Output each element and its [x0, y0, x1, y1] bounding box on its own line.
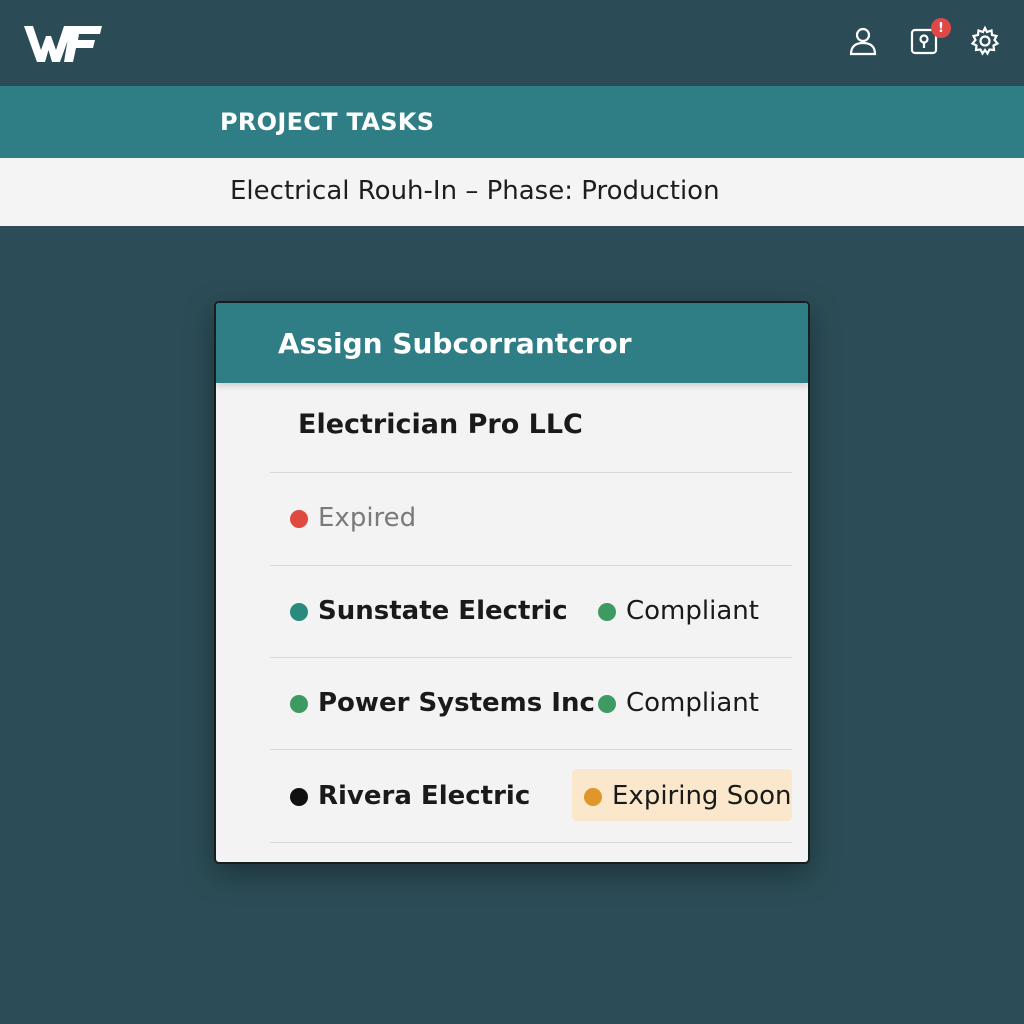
status-label: Expired — [318, 503, 417, 533]
selected-subcontractor[interactable]: Electrician Pro LLC — [298, 409, 583, 440]
divider — [270, 565, 792, 566]
subcontractor-dot — [290, 788, 308, 806]
subcontractor-dot — [290, 603, 308, 621]
notification-badge: ! — [931, 18, 951, 38]
status-label: Expiring Soon — [612, 781, 792, 811]
status-dot-green — [598, 603, 616, 621]
divider — [270, 749, 792, 750]
status-dot-green — [598, 695, 616, 713]
status-label: Compliant — [626, 596, 759, 626]
logo-mark — [24, 26, 102, 62]
assign-subcontractor-modal: Assign Subcorrantcror Electrician Pro LL… — [214, 301, 810, 864]
logo[interactable] — [24, 26, 102, 62]
status-dot-orange — [584, 788, 602, 806]
divider — [270, 842, 792, 843]
modal-header: Assign Subcorrantcror — [216, 303, 808, 383]
status-dot-red — [290, 510, 308, 528]
top-bar: ! — [0, 0, 1024, 86]
divider — [270, 657, 792, 658]
gear-icon[interactable] — [968, 24, 1002, 58]
modal-title: Assign Subcorrantcror — [278, 327, 632, 360]
user-icon[interactable] — [846, 24, 880, 58]
subcontractor-name: Sunstate Electric — [318, 596, 568, 626]
divider — [270, 472, 792, 473]
status-label: Compliant — [626, 688, 759, 718]
subcontractor-dot — [290, 695, 308, 713]
subcontractor-name: Rivera Electric — [318, 781, 531, 811]
section-title: PROJECT TASKS — [220, 108, 435, 136]
subcontractor-name: Power Systems Inc — [318, 688, 595, 718]
breadcrumb: Electrical Rouh-In – Phase: Production — [230, 176, 720, 206]
section-bar — [0, 86, 1024, 158]
